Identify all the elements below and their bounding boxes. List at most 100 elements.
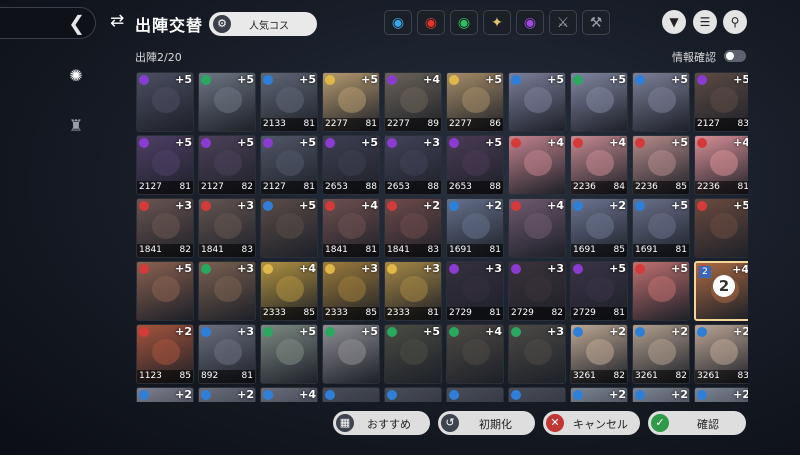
power-value: 1691 — [573, 245, 596, 255]
filter-button-sword[interactable]: ⚔ — [549, 10, 577, 35]
character-card[interactable]: +4 2236 84 — [570, 135, 628, 195]
character-card[interactable]: +4 — [260, 387, 318, 402]
character-card[interactable] — [384, 387, 442, 402]
character-card[interactable]: +5 — [136, 261, 194, 321]
character-card[interactable]: +5 2653 88 — [446, 135, 504, 195]
character-card[interactable]: +4 2277 89 — [384, 72, 442, 132]
fire-element-icon — [635, 264, 645, 274]
character-card[interactable]: +5 2127 81 — [260, 135, 318, 195]
character-card[interactable]: +2 1691 81 — [446, 198, 504, 258]
character-card[interactable]: +5 2127 81 — [136, 135, 194, 195]
filter-button-wind-element[interactable]: ◉ — [450, 10, 478, 35]
helmet-icon[interactable]: ♜ — [66, 116, 86, 136]
character-card[interactable]: +5 — [260, 198, 318, 258]
character-card[interactable]: +5 — [198, 72, 256, 132]
water-element-icon — [573, 327, 583, 337]
character-card[interactable]: +3 1841 82 — [136, 198, 194, 258]
limit-break-label: +5 — [609, 262, 626, 275]
filter-button-staff[interactable]: ⚒ — [582, 10, 610, 35]
character-card[interactable] — [322, 387, 380, 402]
character-card[interactable]: +5 2653 88 — [322, 135, 380, 195]
top-bar: ❮ ⇄ 出陣交替 ⚙ 人気コス ◉ ◉ ◉ ✦ ◉ ⚔ ⚒ ▼ ☰ ⚲ — [0, 0, 800, 44]
filter-button-water-element[interactable]: ◉ — [384, 10, 412, 35]
character-card[interactable]: +5 2127 82 — [198, 135, 256, 195]
cancel-label: キャンセル — [573, 418, 628, 431]
confirm-button[interactable]: ✓ 確認 — [648, 411, 746, 435]
reset-button[interactable]: ↺ 初期化 — [438, 411, 535, 435]
character-card[interactable]: +5 2277 86 — [446, 72, 504, 132]
character-card[interactable]: +3 — [508, 324, 566, 384]
cancel-button[interactable]: ✕ キャンセル — [543, 411, 640, 435]
character-card[interactable]: +5 — [322, 324, 380, 384]
character-card[interactable]: +4 2333 85 — [260, 261, 318, 321]
character-card[interactable]: +3 2333 85 — [322, 261, 380, 321]
character-card[interactable]: +2 — [136, 387, 194, 402]
sort-button[interactable]: ☰ — [693, 10, 717, 34]
filter-button[interactable]: ▼ — [662, 10, 686, 34]
character-card[interactable] — [508, 387, 566, 402]
filter-button-fire-element[interactable]: ◉ — [417, 10, 445, 35]
character-card[interactable]: +5 2729 81 — [570, 261, 628, 321]
character-card[interactable]: +4 — [508, 198, 566, 258]
character-card[interactable]: +2 — [198, 387, 256, 402]
character-card[interactable]: +3 — [198, 261, 256, 321]
character-portrait — [152, 87, 180, 113]
character-card[interactable]: +5 — [508, 72, 566, 132]
search-button[interactable]: ⚲ — [723, 10, 747, 34]
character-card[interactable]: +5 — [384, 324, 442, 384]
character-card[interactable]: +4 1841 81 — [322, 198, 380, 258]
character-card[interactable]: +2 1691 85 — [570, 198, 628, 258]
level-value: 81 — [489, 245, 501, 255]
character-card[interactable]: +3 2653 88 — [384, 135, 442, 195]
character-card[interactable]: +2 — [694, 387, 748, 402]
filter-button-dark-element[interactable]: ◉ — [516, 10, 544, 35]
character-card[interactable]: +3 2333 81 — [384, 261, 442, 321]
character-card[interactable]: +3 2729 81 — [446, 261, 504, 321]
level-value: 81 — [613, 308, 625, 318]
limit-break-label: +4 — [361, 199, 378, 212]
fire-element-icon — [635, 138, 645, 148]
character-card[interactable]: +4 2236 81 — [694, 135, 748, 195]
filter-button-light-element[interactable]: ✦ — [483, 10, 511, 35]
card-stats: 2277 89 — [385, 118, 441, 131]
character-card[interactable]: +4 — [508, 135, 566, 195]
character-card[interactable]: +5 1691 81 — [632, 198, 690, 258]
character-card[interactable]: +2 3261 82 — [570, 324, 628, 384]
character-card[interactable]: +5 — [570, 72, 628, 132]
character-card[interactable]: +3 2729 82 — [508, 261, 566, 321]
recommend-button[interactable]: ▦ おすすめ — [333, 411, 430, 435]
info-toggle[interactable] — [724, 50, 746, 62]
character-card[interactable]: +5 2127 83 — [694, 72, 748, 132]
character-card[interactable]: +2 1841 83 — [384, 198, 442, 258]
character-card[interactable]: +2 — [632, 387, 690, 402]
character-card[interactable]: +5 — [260, 324, 318, 384]
character-card[interactable]: +2 3261 83 — [694, 324, 748, 384]
level-value: 83 — [427, 245, 439, 255]
character-card[interactable]: +2 3261 82 — [632, 324, 690, 384]
character-card[interactable] — [446, 387, 504, 402]
character-portrait — [152, 276, 180, 302]
character-card[interactable]: +2 1123 85 — [136, 324, 194, 384]
character-card[interactable]: +3 892 81 — [198, 324, 256, 384]
back-button[interactable]: ❮ — [0, 7, 96, 39]
character-card[interactable]: +5 — [694, 198, 748, 258]
character-card[interactable]: +4 — [446, 324, 504, 384]
character-card[interactable]: +4 2 2 — [694, 261, 748, 321]
character-card[interactable]: +2 — [570, 387, 628, 402]
limit-break-label: +5 — [299, 136, 316, 149]
character-card[interactable]: +5 2277 81 — [322, 72, 380, 132]
character-card[interactable]: +5 — [136, 72, 194, 132]
fire-element-icon — [511, 138, 521, 148]
avatar-icon[interactable]: ✺ — [66, 66, 86, 86]
character-card[interactable]: +5 — [632, 72, 690, 132]
character-card[interactable]: +5 2133 81 — [260, 72, 318, 132]
character-card[interactable]: +5 2236 85 — [632, 135, 690, 195]
swap-icon: ⇄ — [110, 11, 125, 31]
card-stats: 1691 85 — [571, 244, 627, 257]
preset-dropdown[interactable]: ⚙ 人気コス — [209, 12, 317, 36]
character-portrait — [648, 213, 676, 239]
character-card[interactable]: +5 — [632, 261, 690, 321]
character-card[interactable]: +3 1841 83 — [198, 198, 256, 258]
limit-break-label: +2 — [237, 388, 254, 401]
level-value: 81 — [675, 245, 687, 255]
